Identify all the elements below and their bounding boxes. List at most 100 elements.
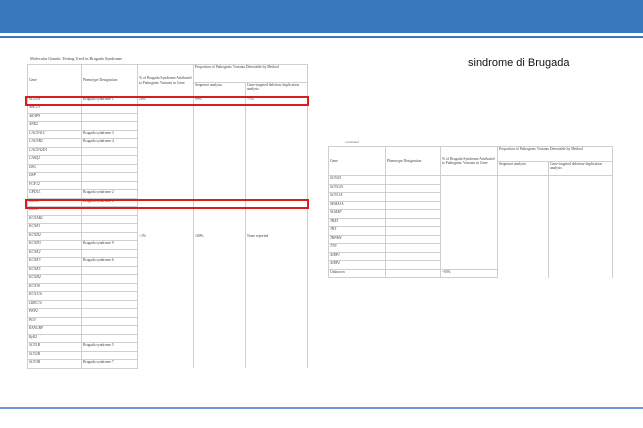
phenotype-cell bbox=[385, 260, 441, 270]
genetic-testing-table-continued: Gene Phenotype Designation % of Brugada … bbox=[328, 146, 614, 278]
gene-cell: CASQ2 bbox=[27, 155, 82, 165]
percent-cell bbox=[440, 175, 498, 269]
phenotype-cell: Brugada syndrome 4 bbox=[81, 138, 138, 148]
percent-cell-merged: <1% bbox=[137, 104, 194, 368]
phenotype-cell bbox=[81, 180, 138, 190]
gene-cell: SCN3B bbox=[27, 359, 82, 369]
phenotype-cell bbox=[81, 325, 138, 335]
gene-cell: KCNJ8 bbox=[27, 282, 82, 292]
phenotype-cell bbox=[81, 112, 138, 122]
header-deletion: Gene-targeted deletion/ duplication anal… bbox=[244, 82, 309, 97]
gene-cell: TRT bbox=[328, 226, 386, 236]
header-detection-group: Proportion of Pathogenic Variants Detect… bbox=[192, 64, 309, 83]
gene-cell: KCND2 bbox=[27, 231, 82, 241]
sequence-value: 100% bbox=[195, 234, 204, 239]
phenotype-cell: Brugada syndrome 7 bbox=[81, 359, 138, 369]
highlight-box-scn5a bbox=[25, 96, 309, 106]
percent-value: <1% bbox=[139, 234, 146, 239]
gene-cell: CACNA1C bbox=[27, 129, 82, 139]
phenotype-cell bbox=[385, 209, 441, 219]
header-sequence: Sequence analysis bbox=[497, 161, 549, 176]
slide-title: sindrome di Brugada bbox=[468, 57, 570, 69]
gene-cell: TRPM4 bbox=[328, 234, 386, 244]
phenotype-cell bbox=[81, 316, 138, 326]
header-gene: Gene bbox=[328, 146, 386, 176]
phenotype-cell bbox=[81, 308, 138, 318]
genetic-testing-table: Gene Phenotype Designation % of Brugada … bbox=[27, 64, 309, 369]
sequence-cell-merged: 100% bbox=[193, 104, 246, 368]
phenotype-cell bbox=[385, 175, 441, 185]
gene-cell: KCNE5 bbox=[27, 265, 82, 275]
phenotype-cell bbox=[385, 268, 441, 278]
gene-cell: DSP bbox=[27, 172, 82, 182]
gene-cell: AKAP9 bbox=[27, 112, 82, 122]
gene-cell: KCNAB2 bbox=[27, 214, 82, 224]
gene-cell: SLMAP bbox=[328, 209, 386, 219]
phenotype-cell bbox=[81, 299, 138, 309]
header-phenotype: Phenotype Designation bbox=[81, 64, 138, 97]
phenotype-cell bbox=[385, 192, 441, 202]
gene-cell: FGF12 bbox=[27, 180, 82, 190]
table1-caption: Molecular Genetic Testing Used in Brugad… bbox=[30, 56, 122, 61]
gene-cell: SCN4A bbox=[328, 175, 386, 185]
gene-cell: XIRP2 bbox=[328, 260, 386, 270]
gene-cell: SCN10A bbox=[328, 183, 386, 193]
phenotype-cell: Brugada syndrome 5 bbox=[81, 342, 138, 352]
gene-cell: RyR2 bbox=[27, 333, 82, 343]
highlight-box-gpd1l bbox=[25, 199, 309, 209]
gene-cell: SCN1B bbox=[27, 342, 82, 352]
gene-cell: SCN11A bbox=[328, 192, 386, 202]
header-percent: % of Brugada Syndrome Attributed to Path… bbox=[137, 64, 194, 97]
percent-cell: ~65% bbox=[440, 268, 498, 278]
phenotype-cell: Brugada syndrome 3 bbox=[81, 129, 138, 139]
phenotype-cell bbox=[81, 223, 138, 233]
phenotype-cell bbox=[385, 234, 441, 244]
title-banner bbox=[0, 0, 643, 33]
gene-cell: XIRP1 bbox=[328, 251, 386, 261]
phenotype-cell: Brugada syndrome 9 bbox=[81, 240, 138, 250]
gene-cell: RANGRF bbox=[27, 325, 82, 335]
phenotype-cell bbox=[81, 214, 138, 224]
phenotype-cell bbox=[81, 350, 138, 360]
header-detection-group: Proportion of Pathogenic Variants Detect… bbox=[496, 146, 614, 162]
phenotype-cell bbox=[385, 251, 441, 261]
gene-cell: SEMA3A bbox=[328, 200, 386, 210]
gene-cell: KCNE2 bbox=[27, 248, 82, 258]
table1-body: SCN5A Brugada syndrome 1 20% 99% ~1% ABC… bbox=[27, 96, 309, 369]
gene-cell: SCN2B bbox=[27, 350, 82, 360]
header-phenotype: Phenotype Designation bbox=[385, 146, 441, 176]
phenotype-cell: Brugada syndrome 6 bbox=[81, 257, 138, 267]
header-deletion: Gene-targeted deletion/ duplication anal… bbox=[547, 161, 614, 176]
phenotype-cell bbox=[81, 146, 138, 156]
phenotype-cell bbox=[81, 121, 138, 131]
table-row: SCN4A bbox=[328, 175, 614, 278]
phenotype-cell bbox=[81, 172, 138, 182]
phenotype-cell bbox=[385, 243, 441, 253]
table2-caption: continued bbox=[345, 140, 359, 144]
phenotype-cell bbox=[385, 217, 441, 227]
bottom-divider bbox=[0, 407, 643, 409]
sequence-cell bbox=[497, 175, 549, 278]
gene-cell: TTN bbox=[328, 243, 386, 253]
header-percent: % of Brugada Syndrome Attributed to Path… bbox=[440, 146, 498, 176]
header-gene: Gene bbox=[27, 64, 82, 97]
phenotype-cell bbox=[81, 265, 138, 275]
phenotype-cell bbox=[81, 155, 138, 165]
gene-cell: KCND3 bbox=[27, 240, 82, 250]
phenotype-cell bbox=[385, 200, 441, 210]
deletion-value: None reported bbox=[247, 234, 269, 239]
gene-cell: TBX5 bbox=[328, 217, 386, 227]
phenotype-cell bbox=[385, 183, 441, 193]
phenotype-cell bbox=[81, 333, 138, 343]
phenotype-cell bbox=[385, 226, 441, 236]
gene-cell: PLN bbox=[27, 316, 82, 326]
table2-body: SCN4A SCN10A SCN11A SEMA3A SLMAP TBX5 TRT TRPM4… bbox=[328, 175, 614, 278]
header-sequence: Sequence analysis bbox=[193, 82, 246, 97]
phenotype-cell bbox=[81, 231, 138, 241]
gene-cell: KCNH2 bbox=[27, 274, 82, 284]
top-divider bbox=[0, 36, 643, 38]
gene-cell: CACNB2 bbox=[27, 138, 82, 148]
phenotype-cell bbox=[81, 291, 138, 301]
phenotype-cell bbox=[81, 274, 138, 284]
phenotype-cell: Brugada syndrome 2 bbox=[81, 189, 138, 199]
